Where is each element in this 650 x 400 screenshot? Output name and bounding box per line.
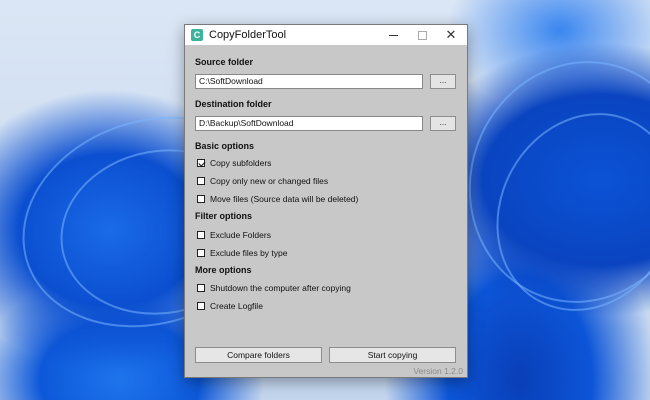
shutdown-after-copy-checkbox[interactable]: Shutdown the computer after copying (197, 283, 351, 293)
compare-folders-button[interactable]: Compare folders (195, 347, 322, 363)
checkbox-label: Create Logfile (210, 301, 263, 311)
source-folder-input[interactable]: C:\SoftDownload (195, 74, 423, 89)
checkbox-checked[interactable] (197, 159, 205, 167)
checkbox-unchecked[interactable] (197, 284, 205, 292)
source-browse-button[interactable]: ... (430, 74, 456, 89)
checkbox-label: Exclude files by type (210, 248, 288, 258)
version-label: Version 1.2.0 (413, 366, 463, 376)
title-bar[interactable]: C CopyFolderTool ✕ (185, 25, 467, 45)
app-window: C CopyFolderTool ✕ Source folder C:\Soft… (184, 24, 468, 378)
exclude-folders-checkbox[interactable]: Exclude Folders (197, 230, 271, 240)
window-title: CopyFolderTool (209, 29, 287, 41)
close-icon: ✕ (445, 27, 457, 42)
copy-subfolders-checkbox[interactable]: Copy subfolders (197, 158, 271, 168)
minimize-button[interactable] (379, 25, 407, 45)
exclude-files-by-type-checkbox[interactable]: Exclude files by type (197, 248, 287, 258)
maximize-icon (417, 30, 427, 40)
basic-options-label: Basic options (195, 141, 255, 151)
checkbox-label: Exclude Folders (210, 230, 271, 240)
checkbox-unchecked[interactable] (197, 177, 205, 185)
maximize-button[interactable] (408, 25, 436, 45)
checkbox-label: Copy subfolders (210, 158, 272, 168)
checkbox-label: Move files (Source data will be deleted) (210, 194, 359, 204)
start-copying-button[interactable]: Start copying (329, 347, 456, 363)
create-logfile-checkbox[interactable]: Create Logfile (197, 301, 263, 311)
checkbox-unchecked[interactable] (197, 195, 205, 203)
app-icon: C (191, 29, 203, 41)
checkbox-unchecked[interactable] (197, 249, 205, 257)
checkbox-unchecked[interactable] (197, 302, 205, 310)
destination-browse-button[interactable]: ... (430, 116, 456, 131)
filter-options-label: Filter options (195, 211, 252, 221)
close-button[interactable]: ✕ (437, 25, 465, 45)
checkbox-label: Copy only new or changed files (210, 176, 329, 186)
copy-only-new-checkbox[interactable]: Copy only new or changed files (197, 176, 328, 186)
destination-folder-input[interactable]: D:\Backup\SoftDownload (195, 116, 423, 131)
minimize-icon (388, 34, 398, 36)
move-files-checkbox[interactable]: Move files (Source data will be deleted) (197, 194, 358, 204)
checkbox-label: Shutdown the computer after copying (210, 283, 351, 293)
more-options-label: More options (195, 265, 252, 275)
checkbox-unchecked[interactable] (197, 231, 205, 239)
destination-folder-label: Destination folder (195, 99, 272, 109)
source-folder-label: Source folder (195, 57, 254, 67)
